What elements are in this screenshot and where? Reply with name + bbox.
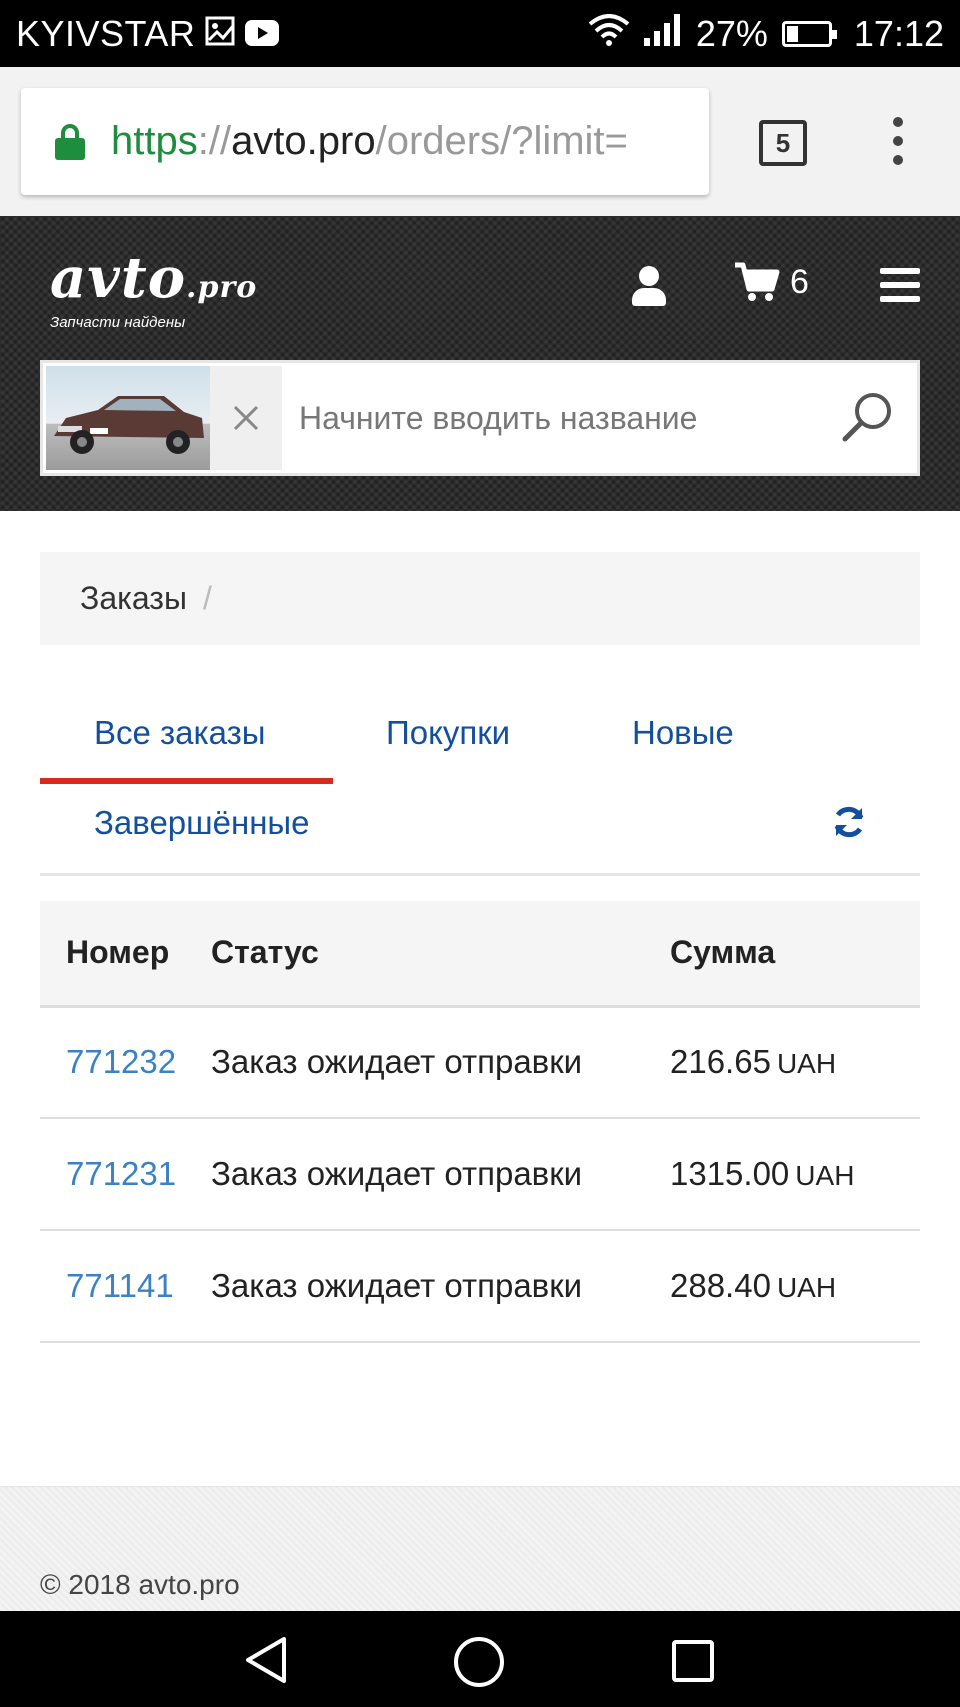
order-currency: UAH	[795, 1160, 855, 1191]
order-currency: UAH	[776, 1272, 837, 1303]
tab-new[interactable]: Новые	[632, 714, 734, 752]
url-separator: ://	[197, 119, 232, 163]
selected-car-image[interactable]	[46, 366, 210, 470]
breadcrumb-current[interactable]: Заказы	[80, 580, 187, 617]
logo-suffix: .pro	[186, 270, 258, 305]
android-nav-bar	[0, 1611, 960, 1707]
active-tab-indicator	[40, 778, 333, 784]
address-bar[interactable]: https://avto.pro/orders/?limit=	[21, 88, 709, 195]
tab-purchases[interactable]: Покупки	[386, 714, 510, 752]
order-amount: 1315.00	[670, 1155, 790, 1192]
table-row: 771231 Заказ ожидает отправки 1315.00 UAH	[40, 1118, 920, 1231]
clock: 17:12	[853, 12, 944, 54]
url-host: avto.pro	[231, 119, 376, 163]
home-icon[interactable]	[452, 1635, 506, 1689]
order-number-link[interactable]: 771232	[66, 1043, 176, 1080]
tab-completed[interactable]: Завершённые	[94, 804, 310, 842]
clear-car-button[interactable]	[210, 366, 282, 470]
logo-text: avto	[50, 245, 187, 311]
table-row: 771232 Заказ ожидает отправки 216.65 UAH	[40, 1006, 920, 1119]
user-account-icon[interactable]	[632, 266, 666, 306]
url-text[interactable]: https://avto.pro/orders/?limit=	[111, 119, 628, 164]
close-icon	[233, 405, 259, 431]
tab-switcher-button[interactable]: 5	[759, 120, 807, 166]
battery-percent: 27%	[695, 12, 768, 54]
menu-icon[interactable]	[880, 268, 920, 302]
order-status: Заказ ожидает отправки	[211, 1006, 670, 1119]
order-currency: UAH	[776, 1048, 837, 1080]
status-bar: KYIVSTAR 27% 17:12	[0, 0, 960, 67]
search-icon[interactable]	[840, 389, 896, 450]
youtube-icon	[245, 13, 280, 55]
carrier-name: KYIVSTAR	[16, 12, 196, 54]
wifi-icon	[588, 13, 630, 55]
order-status: Заказ ожидает отправки	[211, 1118, 670, 1231]
browser-menu-icon[interactable]	[890, 117, 906, 165]
table-header-row: Номер Статус Сумма	[40, 901, 920, 1008]
breadcrumb-separator: /	[202, 580, 212, 616]
orders-table: Номер Статус Сумма 771232 Заказ ожидает …	[40, 901, 920, 1343]
signal-icon	[643, 13, 682, 55]
browser-toolbar: https://avto.pro/orders/?limit= 5	[0, 67, 960, 216]
site-footer: © 2018 avto.pro	[0, 1486, 960, 1611]
site-logo[interactable]: avto.pro Запчасти найдены	[50, 248, 257, 331]
order-number-link[interactable]: 771141	[66, 1267, 174, 1304]
battery-icon	[781, 20, 837, 47]
url-path: /orders/?limit=	[375, 119, 628, 163]
recents-icon[interactable]	[671, 1639, 715, 1683]
lock-icon[interactable]	[55, 123, 85, 160]
order-amount: 288.40	[670, 1267, 771, 1304]
cart-icon	[735, 262, 780, 301]
order-tabs: Все заказы Покупки Новые Завершённые	[40, 690, 920, 876]
url-scheme: https	[111, 119, 198, 163]
tab-all-orders[interactable]: Все заказы	[94, 714, 266, 752]
refresh-icon[interactable]	[832, 805, 866, 844]
breadcrumb: Заказы /	[40, 552, 920, 645]
back-icon[interactable]	[242, 1635, 290, 1685]
search-box	[40, 360, 920, 476]
column-header-status: Статус	[211, 901, 670, 1008]
footer-copyright: © 2018 avto.pro	[40, 1569, 240, 1600]
order-number-link[interactable]: 771231	[66, 1155, 176, 1192]
column-header-number: Номер	[40, 901, 211, 1008]
site-header: avto.pro Запчасти найдены 6	[0, 216, 960, 511]
table-row: 771141 Заказ ожидает отправки 288.40 UAH	[40, 1230, 920, 1343]
order-status: Заказ ожидает отправки	[211, 1230, 670, 1343]
search-input[interactable]	[299, 383, 819, 453]
column-header-amount: Сумма	[670, 901, 920, 1008]
cart-button[interactable]: 6	[734, 262, 809, 302]
order-amount: 216.65	[670, 1043, 771, 1081]
gallery-icon	[205, 13, 235, 55]
cart-count: 6	[790, 262, 809, 301]
